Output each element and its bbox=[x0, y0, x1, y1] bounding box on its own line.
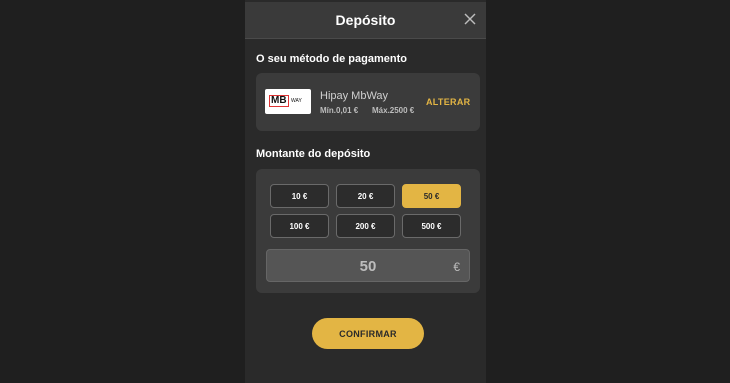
close-icon bbox=[464, 13, 476, 25]
modal-header: Depósito bbox=[245, 2, 486, 39]
amount-input[interactable]: 50 € bbox=[266, 249, 470, 282]
payment-method-card: MB WAY Hipay MbWay Mín.0,01 € Máx.2500 €… bbox=[256, 73, 480, 131]
payment-method-name: Hipay MbWay bbox=[320, 90, 389, 102]
amount-option-10[interactable]: 10 € bbox=[270, 184, 329, 208]
change-method-link[interactable]: ALTERAR bbox=[426, 97, 470, 107]
amount-option-50[interactable]: 50 € bbox=[402, 184, 461, 208]
mbway-logo-way: WAY bbox=[291, 98, 302, 104]
mbway-logo-mb: MB bbox=[269, 95, 289, 107]
amount-option-500[interactable]: 500 € bbox=[402, 214, 461, 238]
deposit-amount-label: Montante do depósito bbox=[256, 148, 371, 160]
deposit-modal: Depósito O seu método de pagamento MB WA… bbox=[245, 0, 486, 383]
amount-option-100[interactable]: 100 € bbox=[270, 214, 329, 238]
amount-input-value: 50 bbox=[359, 258, 377, 275]
close-button[interactable] bbox=[464, 13, 476, 25]
payment-method-max: Máx.2500 € bbox=[372, 106, 415, 115]
amount-option-20[interactable]: 20 € bbox=[336, 184, 395, 208]
amount-option-200[interactable]: 200 € bbox=[336, 214, 395, 238]
confirm-button[interactable]: CONFIRMAR bbox=[312, 318, 424, 349]
payment-method-label: O seu método de pagamento bbox=[256, 53, 407, 65]
amount-currency-symbol: € bbox=[453, 260, 460, 274]
mbway-logo: MB WAY bbox=[265, 89, 311, 114]
deposit-amount-card: 10 € 20 € 50 € 100 € 200 € 500 € 50 € bbox=[256, 169, 480, 293]
modal-title: Depósito bbox=[335, 12, 396, 28]
payment-method-min: Mín.0,01 € bbox=[320, 106, 359, 115]
